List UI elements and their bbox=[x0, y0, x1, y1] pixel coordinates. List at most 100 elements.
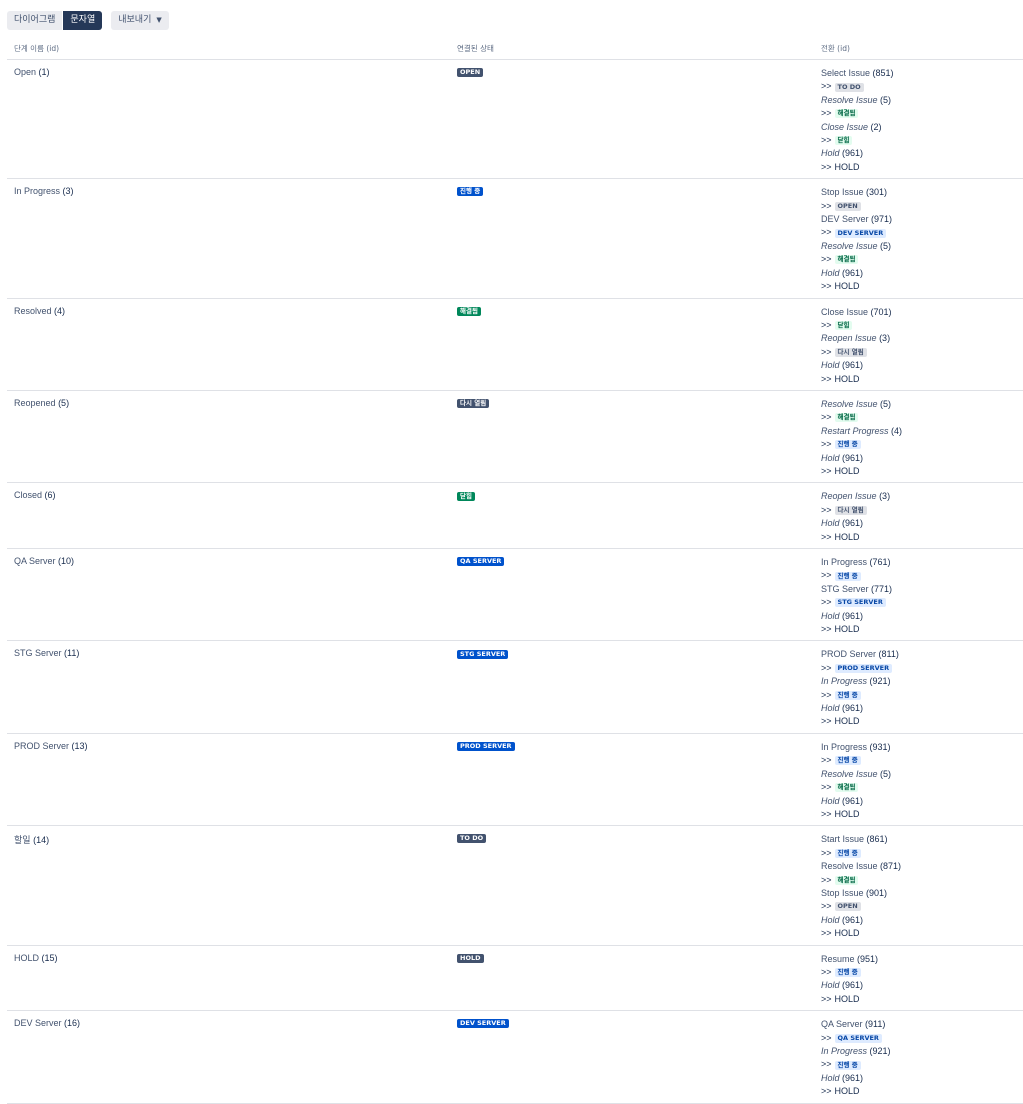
transition-target: >> HOLD bbox=[821, 1085, 1023, 1098]
transition-name-link[interactable]: In Progress bbox=[821, 557, 867, 567]
transition-target: >> 해결됨 bbox=[821, 781, 1023, 794]
transition-name-link[interactable]: DEV Server bbox=[821, 214, 869, 224]
status-lozenge: OPEN bbox=[457, 68, 484, 78]
transition-name-link[interactable]: Reopen Issue bbox=[821, 333, 877, 343]
transition-target: >> 다시 열림 bbox=[821, 346, 1023, 359]
transition-name-link[interactable]: Resume bbox=[821, 954, 855, 964]
transition-name-link[interactable]: Resolve Issue bbox=[821, 769, 878, 779]
transition-name-link[interactable]: Reopen Issue bbox=[821, 491, 877, 501]
transition-name-link[interactable]: Hold bbox=[821, 915, 840, 925]
table-row: HOLD (15) HOLD Resume (951) >> 진행 중 Hold (961… bbox=[7, 945, 1023, 1012]
diagram-view-button[interactable]: 다이어그램 bbox=[7, 10, 63, 30]
transition-item: Stop Issue (301) bbox=[821, 186, 1023, 199]
step-name-link[interactable]: STG Server bbox=[14, 648, 62, 658]
transition-id: (961) bbox=[842, 914, 864, 925]
transition-target: >> HOLD bbox=[821, 161, 1023, 174]
table-row: STG Server (11) STG SERVER PROD Server (81… bbox=[7, 640, 1023, 734]
transition-item: Close Issue (2) bbox=[821, 121, 1023, 134]
step-name-link[interactable]: PROD Server bbox=[14, 741, 69, 751]
transition-name-link[interactable]: Close Issue bbox=[821, 307, 868, 317]
target-status-text: HOLD bbox=[834, 531, 860, 542]
target-status-lozenge: PROD SERVER bbox=[834, 663, 893, 673]
header-transitions: 전환 (id) bbox=[814, 38, 1023, 60]
transition-name-link[interactable]: Hold bbox=[821, 148, 840, 158]
transition-target: >> HOLD bbox=[821, 280, 1023, 293]
transition-id: (3) bbox=[879, 491, 891, 502]
transition-name-link[interactable]: Hold bbox=[821, 980, 840, 990]
arrow-text: >> bbox=[821, 373, 832, 384]
step-cell: Closed (6) bbox=[7, 482, 450, 549]
transition-item: Resolve Issue (5) bbox=[821, 768, 1023, 781]
transition-item: In Progress (921) bbox=[821, 1045, 1023, 1058]
transition-item: Hold (961) bbox=[821, 359, 1023, 372]
transition-name-link[interactable]: Close Issue bbox=[821, 122, 868, 132]
arrow-text: >> bbox=[821, 227, 832, 238]
arrow-text: >> bbox=[821, 108, 832, 119]
transition-name-link[interactable]: Hold bbox=[821, 611, 840, 621]
transition-name-link[interactable]: PROD Server bbox=[821, 649, 876, 659]
transition-name-link[interactable]: Hold bbox=[821, 703, 840, 713]
transition-id: (921) bbox=[869, 1046, 891, 1056]
transition-name-link[interactable]: Stop Issue bbox=[821, 888, 864, 898]
transition-name-link[interactable]: Hold bbox=[821, 268, 840, 278]
transition-name-link[interactable]: Stop Issue bbox=[821, 187, 864, 197]
transition-name-link[interactable]: Resolve Issue bbox=[821, 241, 878, 251]
view-switcher: 다이어그램 문자열 bbox=[7, 10, 103, 30]
transition-name-link[interactable]: Restart Progress bbox=[821, 426, 889, 436]
target-status-text: HOLD bbox=[834, 716, 860, 727]
step-name-link[interactable]: DEV Server bbox=[14, 1018, 62, 1028]
arrow-text: >> bbox=[821, 570, 832, 581]
transition-name-link[interactable]: Hold bbox=[821, 518, 840, 528]
transition-name-link[interactable]: Resolve Issue bbox=[821, 95, 878, 105]
transitions-cell: Select Issue (851) >> TO DO Resolve Issue (… bbox=[814, 59, 1023, 180]
transition-name-link[interactable]: Select Issue bbox=[821, 68, 870, 78]
transition-name-link[interactable]: In Progress bbox=[821, 1046, 867, 1056]
transition-name-link[interactable]: In Progress bbox=[821, 742, 867, 752]
transition-id: (971) bbox=[871, 214, 893, 225]
transition-name-link[interactable]: Resolve Issue bbox=[821, 399, 878, 409]
status-lozenge: TO DO bbox=[457, 834, 487, 844]
step-id: (6) bbox=[44, 490, 56, 501]
export-button[interactable]: 내보내기 ▼ bbox=[111, 10, 169, 30]
text-view-button[interactable]: 문자열 bbox=[63, 10, 103, 30]
transition-name-link[interactable]: In Progress bbox=[821, 676, 867, 686]
step-name-link[interactable]: Open bbox=[14, 67, 36, 77]
transition-name-link[interactable]: Hold bbox=[821, 453, 840, 463]
transition-target: >> STG SERVER bbox=[821, 596, 1023, 609]
transition-name-link[interactable]: Hold bbox=[821, 796, 840, 806]
transition-name-link[interactable]: Hold bbox=[821, 360, 840, 370]
target-status-lozenge: 진행 중 bbox=[834, 1060, 861, 1070]
transition-id: (961) bbox=[842, 452, 864, 463]
step-id: (14) bbox=[33, 835, 50, 846]
target-status-lozenge: OPEN bbox=[834, 902, 861, 912]
step-name-link[interactable]: QA Server bbox=[14, 556, 56, 566]
transition-target: >> HOLD bbox=[821, 465, 1023, 478]
step-id: (15) bbox=[41, 952, 58, 963]
step-name-link[interactable]: Reopened bbox=[14, 398, 56, 408]
transition-name-link[interactable]: Start Issue bbox=[821, 834, 864, 844]
transition-name-link[interactable]: Resolve Issue bbox=[821, 861, 878, 871]
transition-name-link[interactable]: Hold bbox=[821, 1073, 840, 1083]
step-name-link[interactable]: Closed bbox=[14, 490, 42, 500]
target-status-lozenge: DEV SERVER bbox=[834, 228, 887, 238]
transition-item: Close Issue (701) bbox=[821, 306, 1023, 319]
step-name-link[interactable]: HOLD bbox=[14, 953, 39, 963]
transition-item: Hold (961) bbox=[821, 267, 1023, 280]
transition-item: Hold (961) bbox=[821, 452, 1023, 465]
status-cell: STG SERVER bbox=[450, 640, 814, 734]
step-name-link[interactable]: Resolved bbox=[14, 306, 52, 316]
step-cell: Resolved (4) bbox=[7, 298, 450, 391]
status-lozenge: PROD SERVER bbox=[457, 742, 515, 751]
transition-item: Select Issue (851) bbox=[821, 67, 1023, 80]
target-status-lozenge: 닫힘 bbox=[834, 136, 853, 146]
transition-item: Reopen Issue (3) bbox=[821, 332, 1023, 345]
transition-name-link[interactable]: STG Server bbox=[821, 584, 869, 594]
transition-id: (961) bbox=[842, 980, 864, 991]
step-name-link[interactable]: 할일 bbox=[14, 835, 31, 845]
table-row: Open (1) OPEN Select Issue (851) >> TO DO Res… bbox=[7, 59, 1023, 180]
transition-id: (701) bbox=[870, 306, 892, 317]
target-status-lozenge: 해결됨 bbox=[834, 875, 859, 885]
transition-name-link[interactable]: QA Server bbox=[821, 1019, 863, 1029]
step-name-link[interactable]: In Progress bbox=[14, 186, 60, 196]
transition-target: >> 진행 중 bbox=[821, 1058, 1023, 1071]
